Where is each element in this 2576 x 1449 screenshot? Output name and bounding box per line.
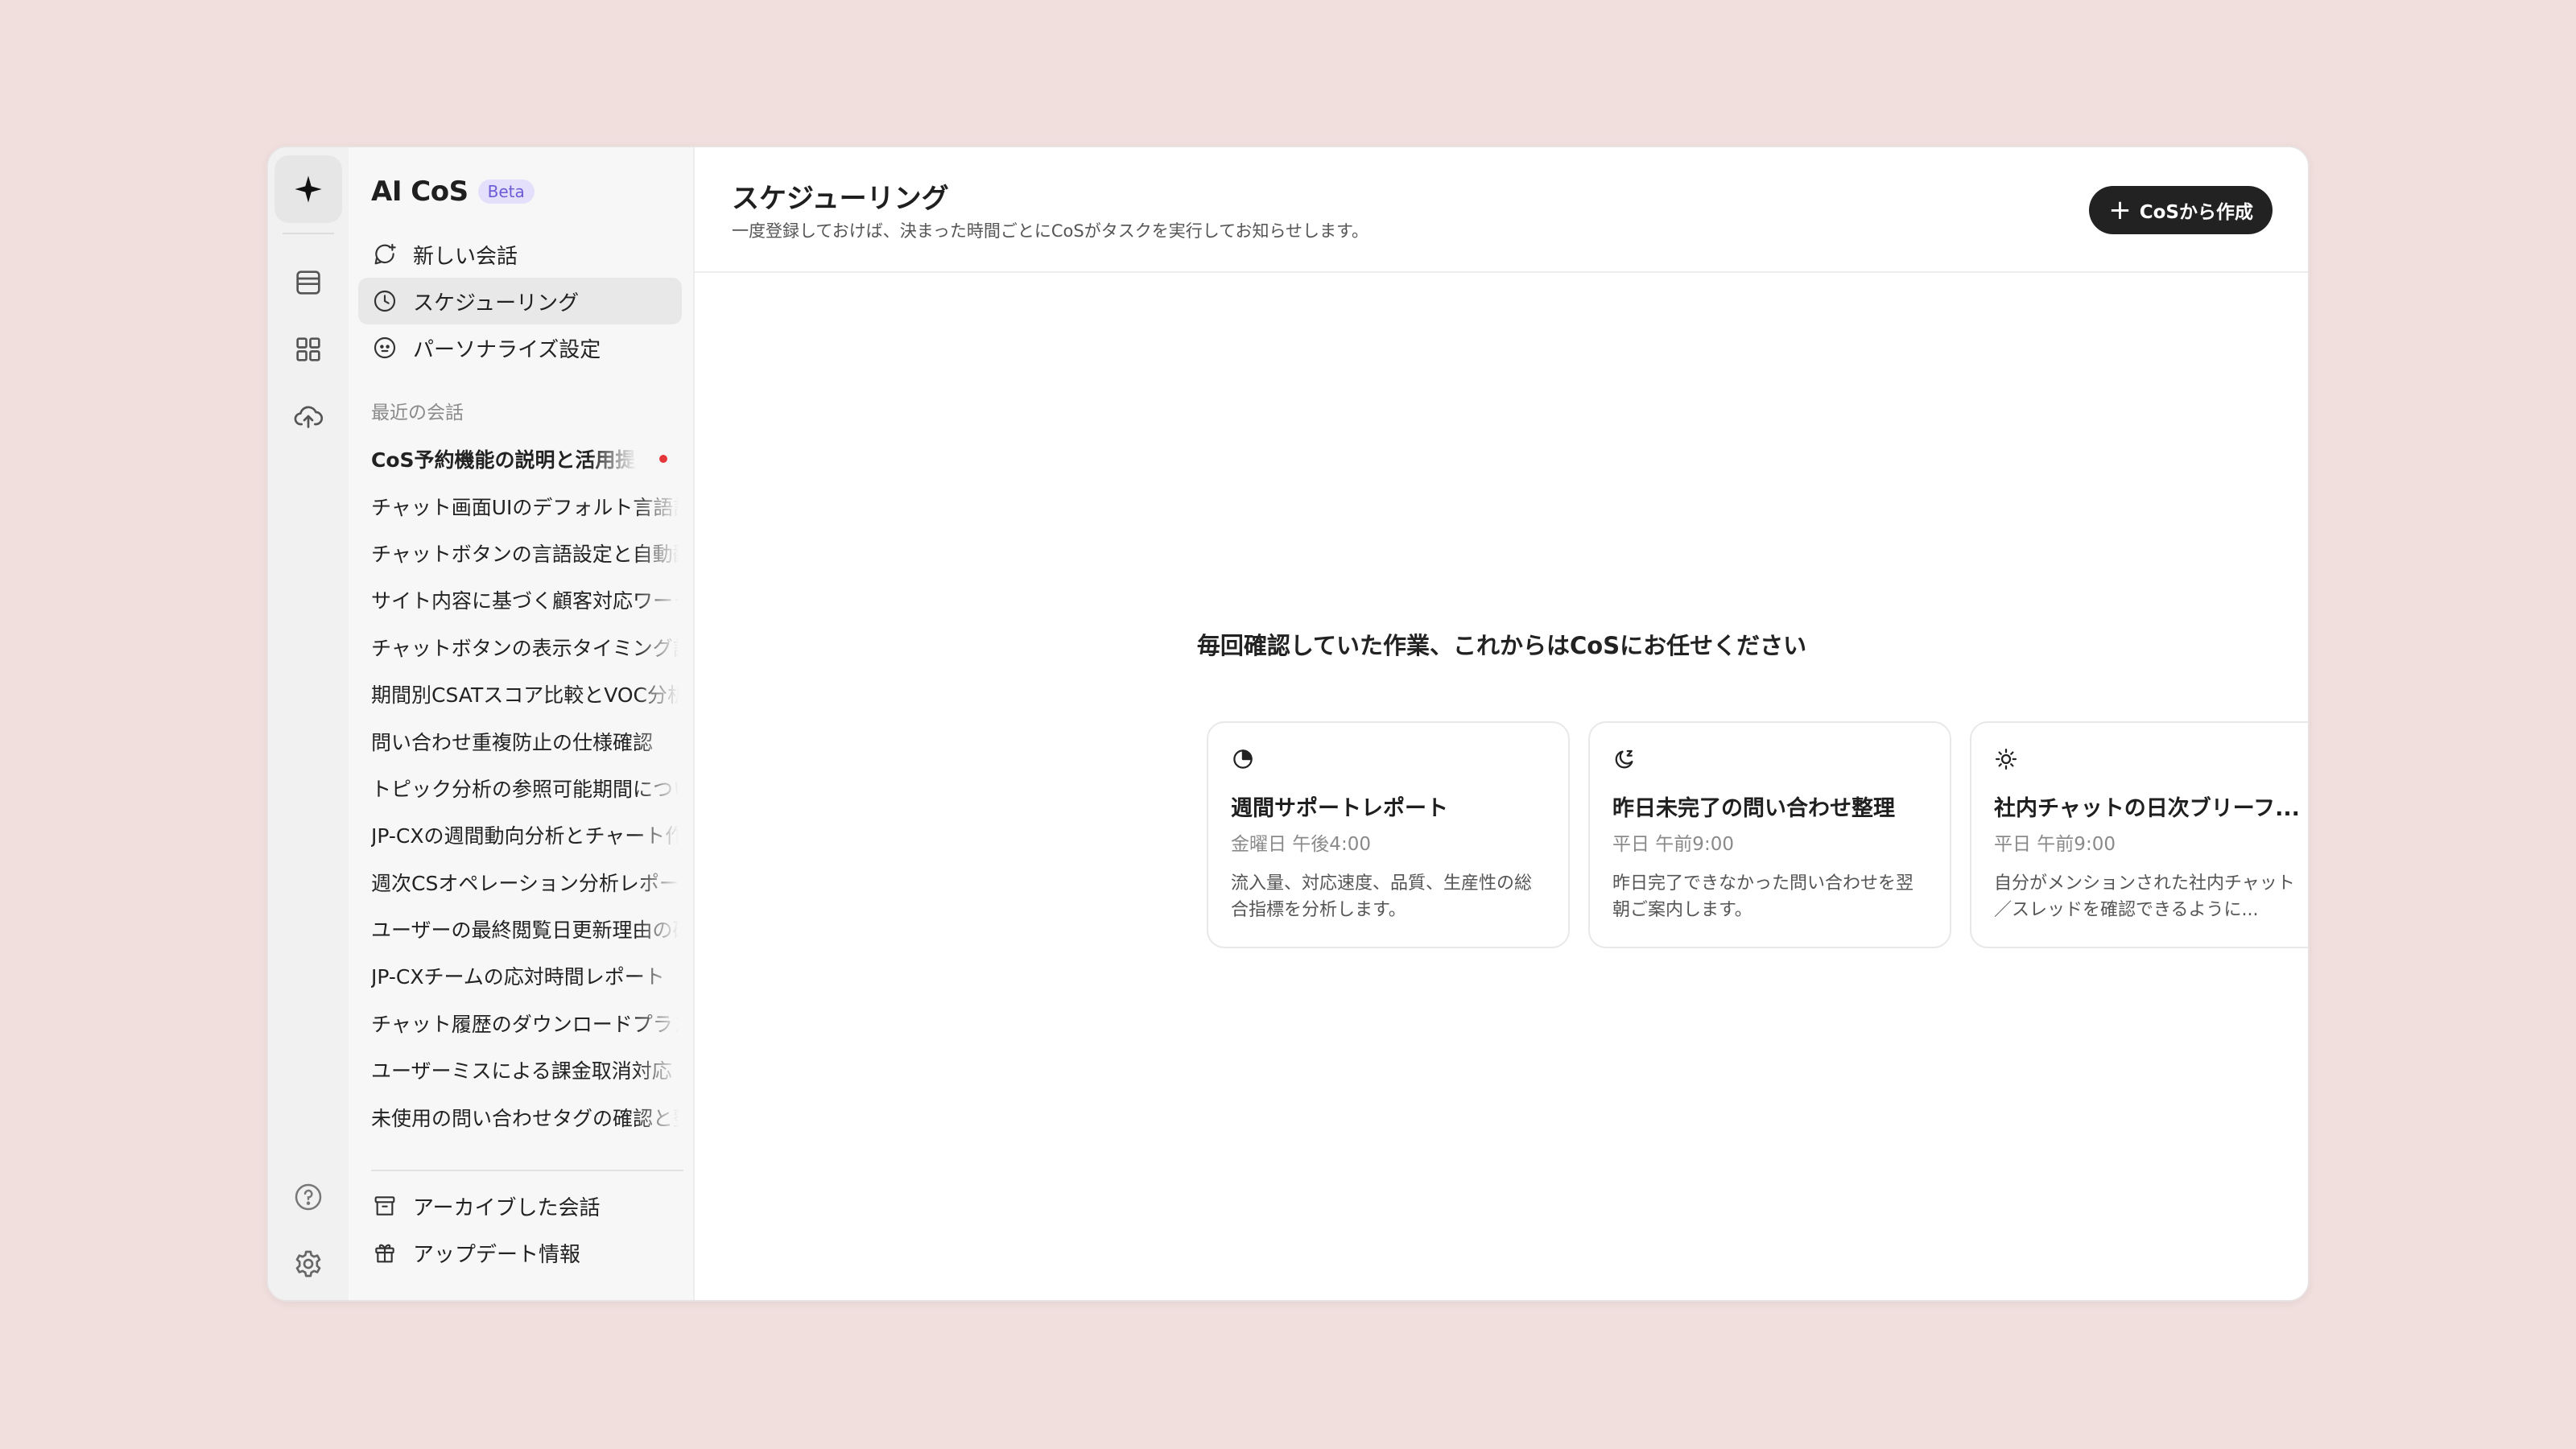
gift-icon: [371, 1239, 398, 1266]
card-title: 週間サポートレポート: [1231, 796, 1448, 821]
recent-conversations-label: 最近の会話: [371, 402, 464, 423]
page-subtitle: 一度登録しておけば、決まった時間ごとにCoSがタスクを実行してお知らせします。: [732, 221, 1368, 241]
chat-plus-icon: [371, 241, 398, 268]
card-schedule: 金曜日 午後4:00: [1231, 834, 1371, 855]
conversation-item[interactable]: サイト内容に基づく顧客対応ワークフロー: [371, 576, 679, 623]
nav-label: 新しい会話: [413, 244, 518, 269]
create-from-cos-button[interactable]: + CoSから作成: [2089, 186, 2273, 234]
conversation-item[interactable]: JP-CXチームの応対時間レポート: [371, 952, 679, 999]
icon-rail: [268, 147, 349, 1300]
card-title: 昨日未完了の問い合わせ整理: [1612, 796, 1895, 821]
nav-label: スケジューリング: [413, 291, 580, 316]
nav-personalize[interactable]: パーソナライズ設定: [358, 324, 682, 371]
archive-icon: [371, 1192, 398, 1220]
conversation-item[interactable]: チャット履歴のダウンロードプラン: [371, 1000, 679, 1046]
nav-label: パーソナライズ設定: [413, 337, 601, 362]
grid-icon[interactable]: [275, 316, 342, 383]
nav-label: アップデート情報: [413, 1242, 581, 1267]
create-button-label: CoSから作成: [2139, 202, 2253, 223]
main-panel: スケジューリング 一度登録しておけば、決まった時間ごとにCoSがタスクを実行して…: [695, 147, 2308, 1300]
conversation-item[interactable]: CoS予約機能の説明と活用提案: [371, 436, 679, 482]
conversation-item[interactable]: トピック分析の参照可能期間について: [371, 765, 679, 811]
plus-icon: +: [2108, 194, 2132, 226]
unread-dot: [659, 455, 667, 464]
cloud-upload-icon[interactable]: [275, 382, 342, 450]
rail-divider: [283, 233, 334, 234]
card-schedule: 平日 午前9:00: [1994, 834, 2116, 855]
conversation-item[interactable]: ユーザーミスによる課金取消対応: [371, 1046, 679, 1093]
nav-label: アーカイブした会話: [413, 1195, 601, 1220]
brand: AI CoS Beta: [371, 171, 535, 212]
pie-chart-icon: [1233, 749, 1253, 769]
app-title: AI CoS: [371, 175, 469, 208]
conversation-item[interactable]: チャットボタンの言語設定と自動翻訳: [371, 530, 679, 576]
sidebar-divider: [371, 1170, 683, 1171]
nav-scheduling[interactable]: スケジューリング: [358, 278, 682, 324]
help-icon[interactable]: [275, 1163, 342, 1231]
clock-icon: [371, 287, 398, 315]
card-description: 昨日完了できなかった問い合わせを翌朝ご案内します。: [1612, 873, 1914, 920]
nav-updates[interactable]: アップデート情報: [358, 1229, 682, 1276]
moon-icon: [1615, 749, 1633, 769]
template-card[interactable]: 週間サポートレポート 金曜日 午後4:00 流入量、対応速度、品質、生産性の総合…: [1207, 721, 1570, 948]
inbox-icon[interactable]: [275, 249, 342, 316]
empty-state-tagline: 毎回確認していた作業、これからはCoSにお任せください: [1196, 632, 1807, 659]
sun-icon: [1996, 749, 2017, 770]
sidebar: AI CoS Beta 新しい会話 スケジューリング パーソナライズ設定 最近の…: [349, 147, 695, 1300]
sparkle-icon[interactable]: [275, 155, 342, 223]
card-description: 流入量、対応速度、品質、生産性の総合指標を分析します。: [1231, 873, 1533, 920]
conversation-item[interactable]: チャットボタンの表示タイミング設定: [371, 624, 679, 671]
card-description: 自分がメンションされた社内チャット／スレッドを確認できるように...: [1994, 873, 2295, 920]
conversation-item[interactable]: 未使用の問い合わせタグの確認と整理: [371, 1093, 679, 1140]
card-schedule: 平日 午前9:00: [1612, 834, 1734, 855]
nav-archived[interactable]: アーカイブした会話: [358, 1183, 682, 1229]
conversation-list: CoS予約機能の説明と活用提案 チャット画面UIのデフォルト言語設定 チャットボ…: [371, 436, 679, 1141]
conversation-item[interactable]: 期間別CSATスコア比較とVOC分析: [371, 671, 679, 717]
smiley-icon: [371, 334, 398, 361]
conversation-item[interactable]: ユーザーの最終閲覧日更新理由の確認: [371, 906, 679, 952]
beta-badge: Beta: [477, 180, 535, 204]
conversation-item[interactable]: 問い合わせ重複防止の仕様確認: [371, 717, 679, 764]
page-title: スケジューリング: [732, 183, 949, 215]
template-card[interactable]: 昨日未完了の問い合わせ整理 平日 午前9:00 昨日完了できなかった問い合わせを…: [1588, 721, 1951, 948]
page-header: スケジューリング 一度登録しておけば、決まった時間ごとにCoSがタスクを実行して…: [695, 147, 2308, 273]
card-title: 社内チャットの日次ブリーフ...: [1994, 796, 2300, 821]
template-card[interactable]: 社内チャットの日次ブリーフ... 平日 午前9:00 自分がメンションされた社内…: [1970, 721, 2308, 948]
app-window: AI CoS Beta 新しい会話 スケジューリング パーソナライズ設定 最近の…: [266, 146, 2310, 1302]
nav-new-conversation[interactable]: 新しい会話: [358, 231, 682, 278]
conversation-item[interactable]: チャット画面UIのデフォルト言語設定: [371, 482, 679, 529]
conversation-item[interactable]: 週次CSオペレーション分析レポート: [371, 859, 679, 906]
conversation-item[interactable]: JP-CXの週間動向分析とチャート作成: [371, 811, 679, 858]
settings-icon[interactable]: [275, 1230, 342, 1298]
